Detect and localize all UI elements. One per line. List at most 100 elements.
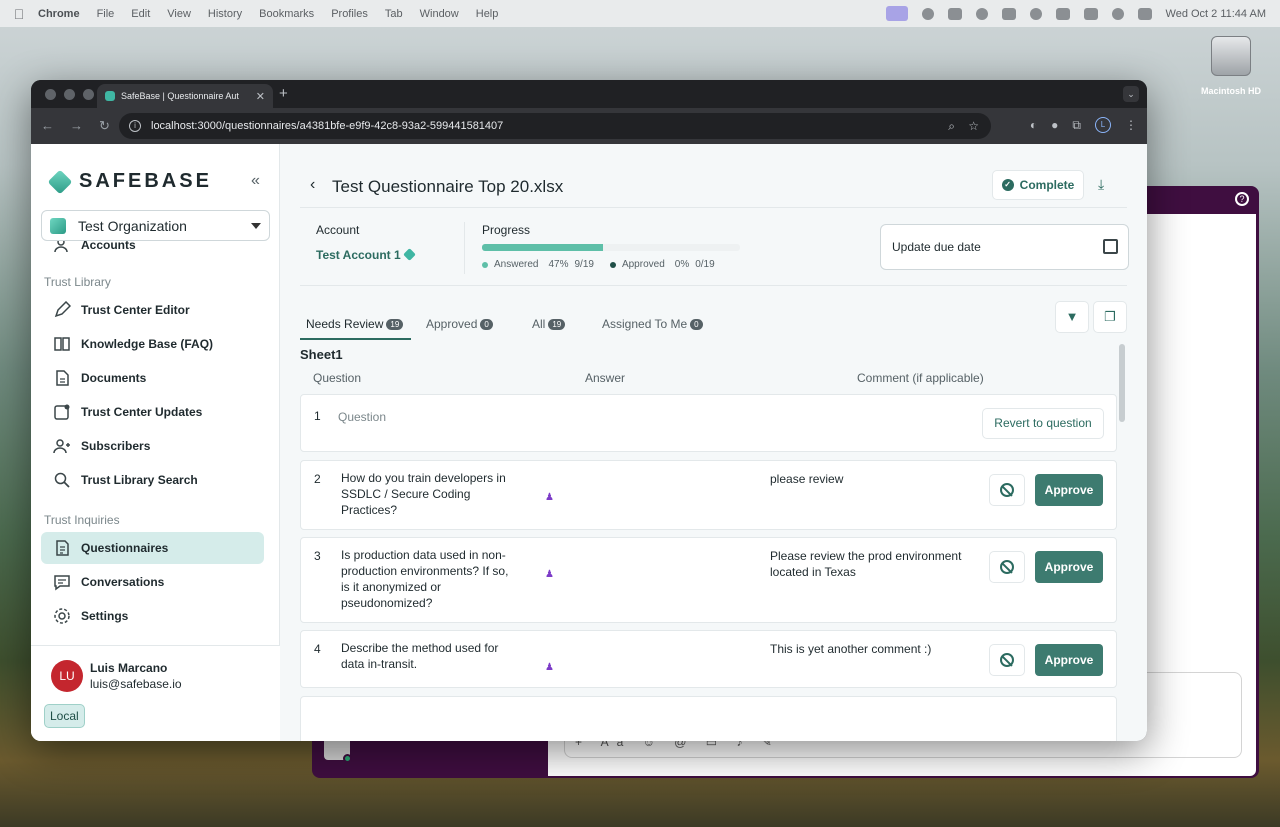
forward-arrow-icon[interactable]: → [70, 118, 83, 134]
new-tab-icon[interactable]: + [279, 85, 288, 102]
assign-user-icon[interactable]: ♟ [545, 662, 557, 674]
avatar[interactable]: LU [51, 660, 83, 692]
user-panel[interactable]: LU Luis Marcano luis@safebase.io Local [31, 645, 280, 741]
menu-edit[interactable]: Edit [131, 8, 150, 20]
filter-button[interactable]: ▼ [1055, 301, 1089, 333]
map-icon[interactable] [1001, 7, 1016, 20]
sidebar-item-knowledge-base[interactable]: Knowledge Base (FAQ) [41, 328, 264, 360]
screen-record-icon[interactable] [885, 6, 908, 21]
extension-icon[interactable]: ◐ [1030, 118, 1037, 132]
cloud-icon[interactable] [947, 7, 962, 20]
desktop-drive[interactable]: Macintosh HD [1200, 36, 1262, 96]
site-info-icon[interactable]: i [129, 120, 141, 132]
sidebar-item-conversations[interactable]: Conversations [41, 566, 264, 598]
tab-all[interactable]: All 19 [532, 317, 566, 331]
comment-text[interactable]: Please review the prod environment locat… [770, 548, 975, 580]
scrollbar[interactable] [1119, 344, 1125, 422]
assign-user-icon[interactable]: ♟ [545, 569, 557, 581]
zoom-window-icon[interactable] [83, 89, 94, 100]
menu-profiles[interactable]: Profiles [331, 8, 368, 20]
wifi-icon[interactable] [1083, 7, 1098, 20]
assign-user-icon[interactable]: ♟ [545, 492, 557, 504]
profile-avatar[interactable]: L [1095, 117, 1111, 133]
tab-count-badge: 0 [480, 319, 493, 330]
table-row: 3 Is production data used in non-product… [300, 537, 1117, 623]
menu-window[interactable]: Window [420, 8, 459, 20]
organization-select[interactable]: Test Organization [41, 210, 270, 241]
comment-text[interactable]: This is yet another comment :) [770, 641, 975, 657]
approve-button[interactable]: Approve [1035, 644, 1103, 676]
account-link[interactable]: Test Account 1 [316, 248, 416, 262]
no-answer-button[interactable] [989, 551, 1025, 583]
menu-view[interactable]: View [167, 8, 191, 20]
due-date-field[interactable]: Update due date [880, 224, 1129, 270]
complete-button[interactable]: ✓ Complete [992, 170, 1084, 200]
sidebar: SAFEBASE « Test Organization Accounts Tr… [31, 144, 280, 741]
reload-icon[interactable]: ↻ [99, 118, 110, 134]
battery-icon[interactable] [1055, 7, 1070, 20]
address-bar[interactable]: i localhost:3000/questionnaires/a4381bfe… [119, 113, 991, 139]
approve-button[interactable]: Approve [1035, 551, 1103, 583]
sync-icon[interactable] [1029, 7, 1042, 20]
collapse-sidebar-icon[interactable]: « [251, 172, 260, 190]
chrome-window: SafeBase | Questionnaire Aut ✕ + ⌄ ← → ↻… [31, 80, 1147, 741]
sidebar-item-documents[interactable]: Documents [41, 362, 264, 394]
url-text[interactable]: localhost:3000/questionnaires/a4381bfe-e… [151, 120, 503, 132]
vpn-icon[interactable] [975, 7, 988, 20]
zoom-icon[interactable]: ⌕ [948, 119, 955, 134]
control-center-icon[interactable] [1137, 7, 1152, 20]
no-answer-button[interactable] [989, 644, 1025, 676]
close-window-icon[interactable] [45, 89, 56, 100]
revert-to-question-button[interactable]: Revert to question [982, 408, 1104, 439]
apple-icon[interactable]:  [0, 6, 38, 22]
menu-history[interactable]: History [208, 8, 242, 20]
calendar-icon[interactable] [1103, 239, 1118, 254]
spotlight-icon[interactable] [1111, 7, 1124, 20]
menu-file[interactable]: File [97, 8, 115, 20]
download-icon[interactable]: ⤓ [1098, 176, 1104, 193]
tab-needs-review[interactable]: Needs Review 19 [306, 317, 404, 331]
browser-tab[interactable]: SafeBase | Questionnaire Aut ✕ [97, 84, 273, 108]
menu-bookmarks[interactable]: Bookmarks [259, 8, 314, 20]
tab-assigned-to-me[interactable]: Assigned To Me 0 [602, 317, 703, 331]
comment-text[interactable]: please review [770, 471, 975, 487]
questionnaire-icon [56, 540, 69, 556]
brand[interactable]: SAFEBASE [47, 169, 212, 194]
prohibit-icon [1000, 560, 1014, 574]
extension-dark-icon[interactable]: ● [1051, 118, 1058, 132]
approve-button[interactable]: Approve [1035, 474, 1103, 506]
sidebar-item-questionnaires[interactable]: Questionnaires [41, 532, 264, 564]
menu-tab[interactable]: Tab [385, 8, 403, 20]
minimize-window-icon[interactable] [64, 89, 75, 100]
question-text[interactable]: Question [338, 409, 514, 425]
back-chevron-icon[interactable]: ‹ [310, 176, 315, 194]
extensions-puzzle-icon[interactable]: ⧉ [1072, 118, 1081, 133]
app-status-icon[interactable] [921, 7, 934, 20]
copy-button[interactable]: ❐ [1093, 301, 1127, 333]
sidebar-item-trust-center-editor[interactable]: Trust Center Editor [41, 294, 264, 326]
presence-dot [343, 754, 352, 763]
sidebar-item-trust-center-updates[interactable]: Trust Center Updates [41, 396, 264, 428]
bookmark-star-icon[interactable]: ☆ [968, 119, 979, 133]
help-icon[interactable]: ? [1235, 192, 1249, 206]
page-title: Test Questionnaire Top 20.xlsx [332, 177, 564, 196]
tab-approved[interactable]: Approved 0 [426, 317, 493, 331]
tab-search-icon[interactable]: ⌄ [1123, 86, 1139, 102]
menu-help[interactable]: Help [476, 8, 499, 20]
clock[interactable]: Wed Oct 2 11:44 AM [1166, 8, 1266, 20]
chrome-menu-icon[interactable]: ⋮ [1125, 118, 1137, 132]
question-text[interactable]: How do you train developers in SSDLC / S… [341, 470, 517, 518]
brand-name: SAFEBASE [79, 170, 212, 192]
menu-app-name[interactable]: Chrome [38, 8, 80, 20]
close-tab-icon[interactable]: ✕ [256, 90, 265, 103]
question-text[interactable]: Is production data used in non-productio… [341, 547, 517, 611]
sidebar-item-trust-library-search[interactable]: Trust Library Search [41, 464, 264, 496]
back-arrow-icon[interactable]: ← [41, 118, 54, 134]
tab-label: Needs Review [306, 317, 384, 331]
no-answer-button[interactable] [989, 474, 1025, 506]
question-text[interactable]: Describe the method used for data in-tra… [341, 640, 517, 672]
sidebar-item-subscribers[interactable]: Subscribers [41, 430, 264, 462]
web-page: SAFEBASE « Test Organization Accounts Tr… [31, 144, 1147, 741]
sidebar-item-settings[interactable]: Settings [41, 600, 264, 632]
summary-divider [300, 285, 1127, 286]
